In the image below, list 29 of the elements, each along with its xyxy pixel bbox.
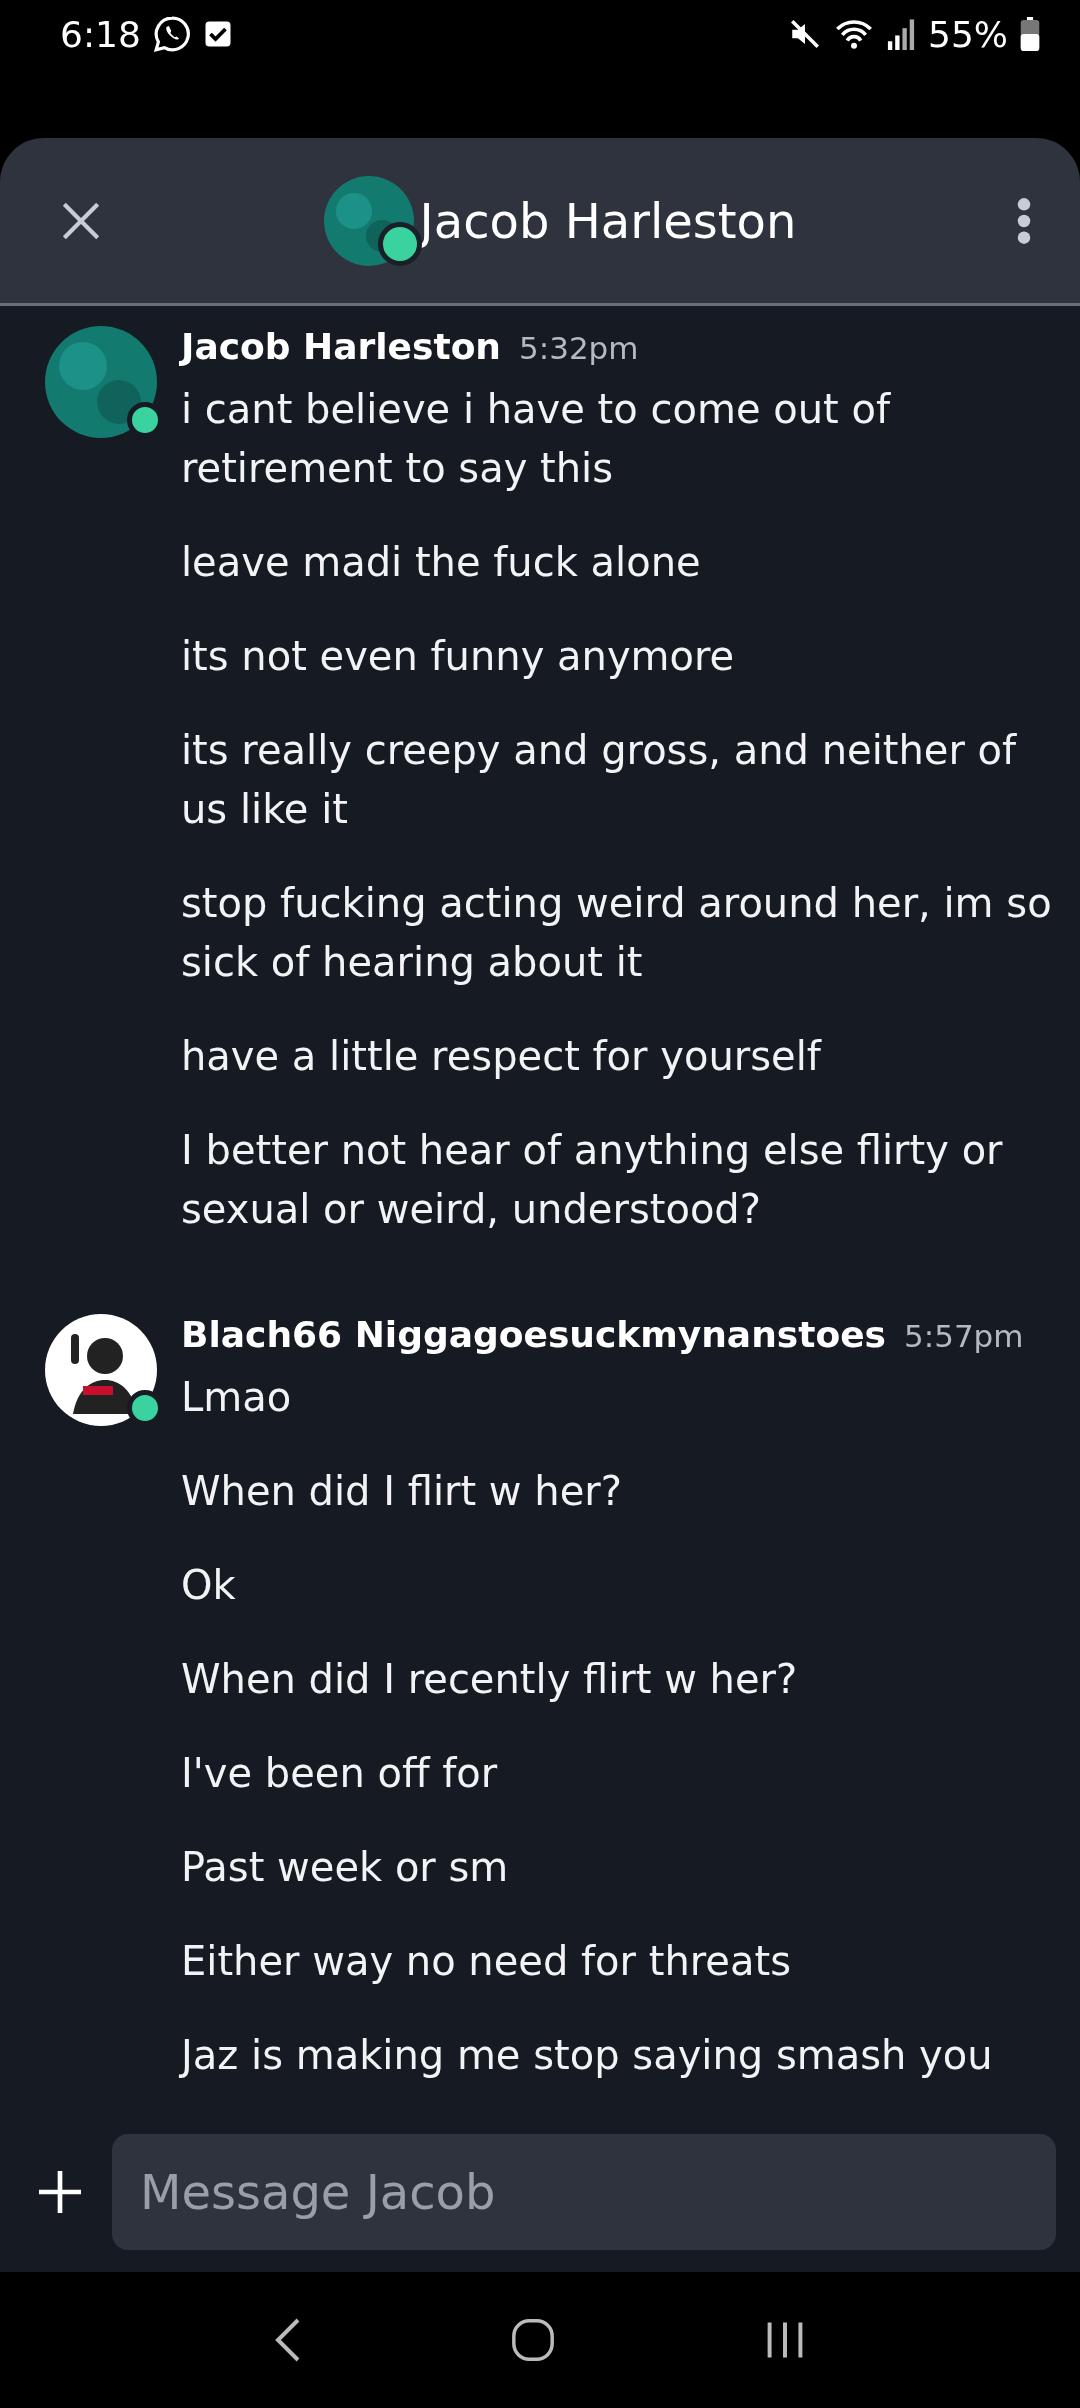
- message-text: Lmao: [181, 1373, 293, 1422]
- message-text: i cant believe i have to come out of retirement to say this: [181, 385, 892, 493]
- message-text: I better not hear of anything else flirty or sexual or weird, understood?: [181, 1126, 1004, 1234]
- message-text: its really creepy and gross, and neither of us like it: [181, 726, 1018, 834]
- battery-icon: [1020, 17, 1040, 51]
- clock-time: 6:18: [60, 13, 141, 55]
- message-time: 5:57pm: [904, 1318, 1024, 1354]
- message-text: Past week or sm: [181, 1843, 510, 1892]
- message-text: leave madi the fuck alone: [181, 538, 702, 587]
- home-icon[interactable]: [510, 2317, 556, 2363]
- chat-title: Jacob Harleston: [419, 192, 797, 249]
- message-text: its not even funny anymore: [181, 632, 736, 681]
- chat-bubble-icon: [152, 15, 191, 53]
- author-name: Blach66 Niggagoesuckmynanstoes: [181, 1314, 886, 1355]
- message-text: stop fucking acting weird around her, im so sick of hearing about it: [181, 879, 1053, 987]
- mute-icon: [788, 17, 822, 51]
- signal-icon: [886, 18, 916, 50]
- message-time: 5:32pm: [519, 330, 639, 366]
- wifi-icon: [834, 17, 874, 51]
- message-text: When did I recently flirt w her?: [181, 1655, 799, 1704]
- battery-percent: 55%: [928, 13, 1008, 55]
- message-text: Either way no need for threats: [181, 1937, 792, 1986]
- message-text: When did I flirt w her?: [181, 1467, 623, 1516]
- message-text: Jaz is making me stop saying smash you: [181, 2031, 994, 2080]
- author-name: Jacob Harleston: [181, 326, 501, 367]
- message-text: Ok: [181, 1561, 237, 1610]
- message-input[interactable]: Message Jacob: [112, 2134, 1056, 2250]
- message-text: I've been off for: [181, 1749, 499, 1798]
- message-text: have a little respect for yourself: [181, 1032, 823, 1081]
